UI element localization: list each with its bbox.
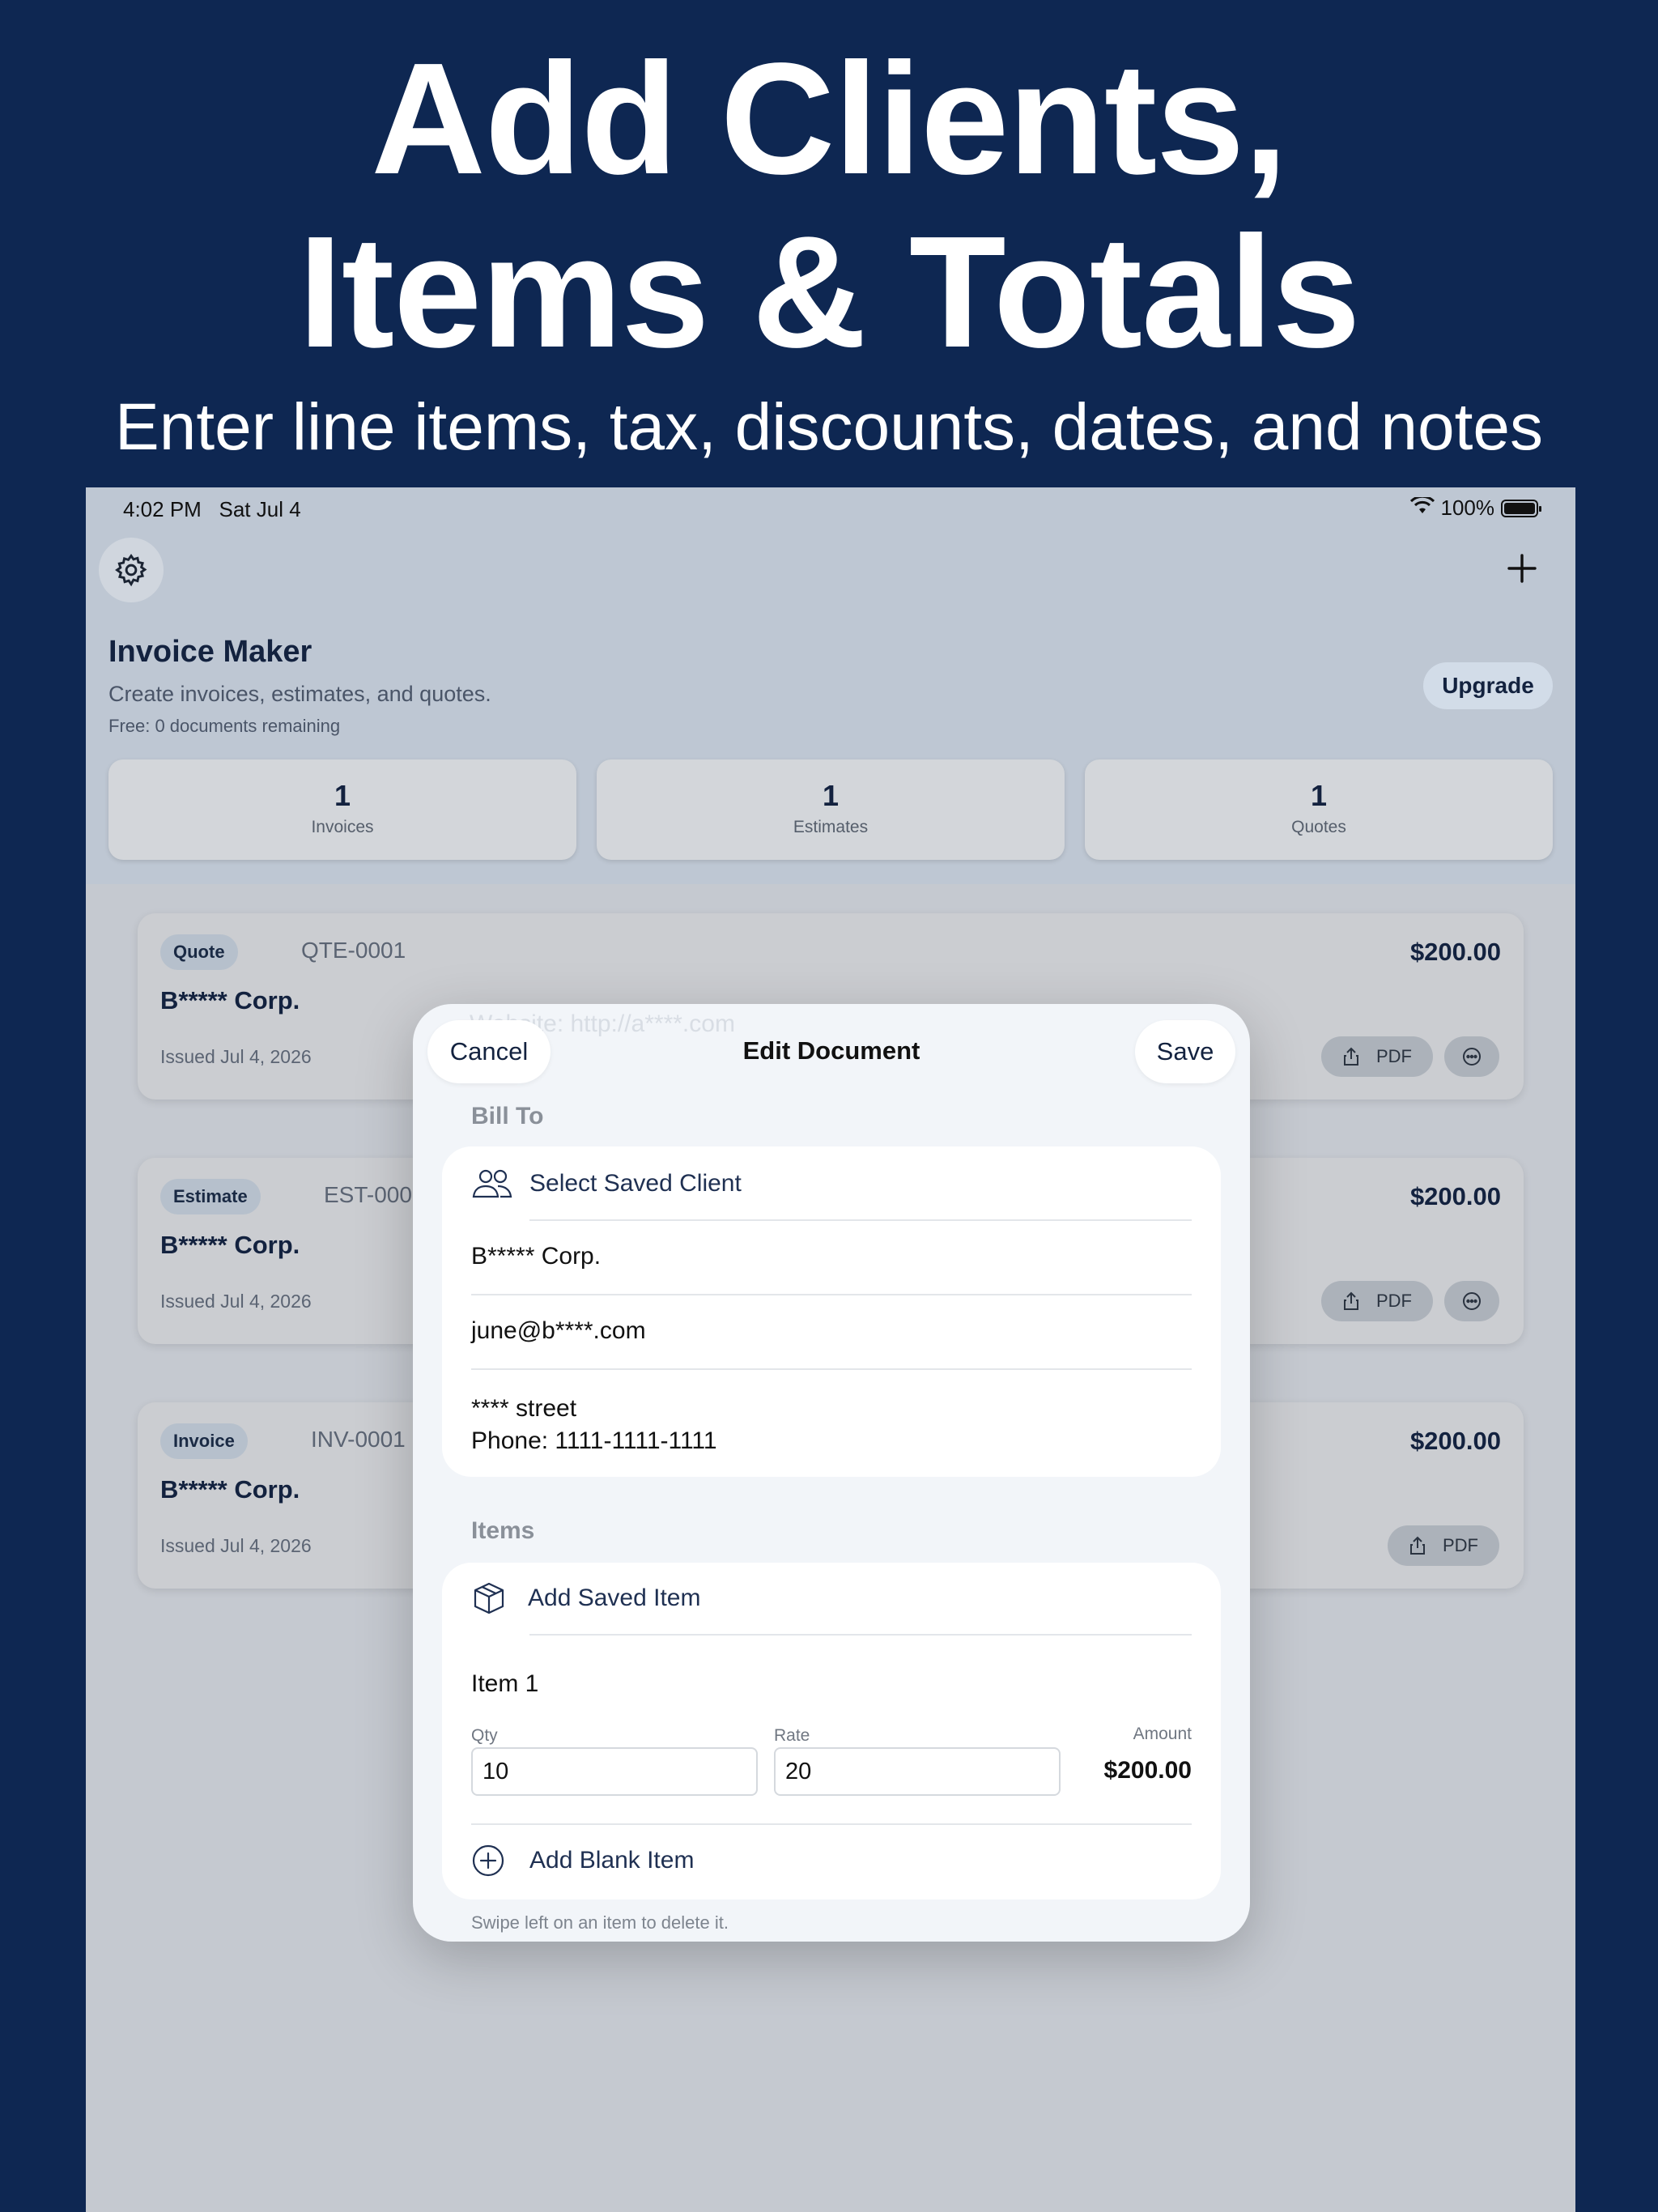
document-client: B***** Corp. <box>160 986 300 1015</box>
client-address-line1: **** street <box>471 1395 577 1422</box>
qty-input[interactable] <box>471 1747 758 1796</box>
rate-input[interactable] <box>774 1747 1061 1796</box>
add-saved-item-label: Add Saved Item <box>528 1585 701 1611</box>
add-blank-item-row[interactable]: Add Blank Item <box>471 1841 1192 1880</box>
hero-title-line2: Items & Totals <box>298 203 1360 381</box>
document-amount: $200.00 <box>1409 1427 1501 1455</box>
plus-icon <box>1507 554 1537 583</box>
document-number: EST-0001 <box>324 1182 425 1207</box>
stat-value: 1 <box>334 779 351 812</box>
package-icon <box>474 1582 504 1614</box>
stat-value: 1 <box>1310 779 1328 812</box>
stat-label: Quotes <box>1291 818 1346 836</box>
battery-icon <box>1501 499 1541 517</box>
qty-label: Qty <box>471 1726 498 1745</box>
add-document-button[interactable] <box>1498 544 1546 593</box>
items-header: Items <box>471 1517 535 1544</box>
gear-icon <box>115 554 147 587</box>
client-name-field[interactable]: B***** Corp. <box>471 1237 1192 1276</box>
settings-button[interactable] <box>99 538 164 602</box>
status-date: Sat Jul 4 <box>219 497 301 521</box>
save-button[interactable]: Save <box>1135 1020 1235 1083</box>
bill-to-group: Select Saved Client B***** Corp. june@b*… <box>442 1146 1221 1477</box>
hero-subtitle: Enter line items, tax, discounts, dates,… <box>115 390 1543 464</box>
share-pdf-button[interactable]: PDF <box>1388 1525 1499 1566</box>
share-icon <box>1410 1536 1425 1555</box>
status-clock: 4:02 PM <box>123 497 202 521</box>
share-pdf-button[interactable]: PDF <box>1321 1281 1433 1321</box>
document-type-badge: Invoice <box>160 1423 248 1459</box>
client-address-line2: Phone: 1111-1111-1111 <box>471 1427 717 1454</box>
document-amount: $200.00 <box>1409 1182 1501 1210</box>
stat-invoices[interactable]: 1 Invoices <box>108 759 576 860</box>
stat-value: 1 <box>822 779 840 812</box>
edit-document-sheet: Website: http://a****.com Cancel Edit Do… <box>413 1004 1250 1942</box>
divider <box>471 1823 1192 1825</box>
divider <box>529 1634 1192 1636</box>
client-email-field[interactable]: june@b****.com <box>471 1312 1192 1351</box>
client-name-value: B***** Corp. <box>471 1243 602 1270</box>
document-client: B***** Corp. <box>160 1475 300 1504</box>
document-client: B***** Corp. <box>160 1231 300 1259</box>
upgrade-button[interactable]: Upgrade <box>1423 662 1553 709</box>
ellipsis-circle-icon <box>1463 1292 1481 1310</box>
item-name-field[interactable]: Item 1 <box>471 1668 1192 1700</box>
document-issued-date: Issued Jul 4, 2026 <box>160 1291 312 1312</box>
modal-title: Edit Document <box>742 1036 920 1065</box>
pdf-label: PDF <box>1376 1291 1412 1311</box>
hero-title-line1: Add Clients, <box>371 30 1287 207</box>
amount-value: $200.00 <box>1103 1757 1192 1784</box>
select-saved-client-row[interactable]: Select Saved Client <box>471 1164 1192 1203</box>
delete-hint: Swipe left on an item to delete it. <box>471 1912 729 1933</box>
divider <box>471 1368 1192 1370</box>
client-email-value: june@b****.com <box>471 1317 646 1344</box>
stat-quotes[interactable]: 1 Quotes <box>1085 759 1553 860</box>
ellipsis-circle-icon <box>1463 1048 1481 1066</box>
wifi-icon <box>1409 495 1435 521</box>
document-amount: $200.00 <box>1409 938 1501 966</box>
amount-label: Amount <box>1133 1725 1192 1743</box>
document-type-badge: Estimate <box>160 1179 261 1214</box>
rate-label: Rate <box>774 1726 810 1745</box>
hero-title: Add Clients, Items & Totals <box>0 32 1658 379</box>
add-blank-item-label: Add Blank Item <box>529 1847 695 1874</box>
share-pdf-button[interactable]: PDF <box>1321 1036 1433 1077</box>
battery-percent: 100% <box>1440 496 1495 520</box>
share-icon <box>1344 1291 1358 1310</box>
more-options-button[interactable] <box>1444 1036 1499 1077</box>
items-group: Add Saved Item Item 1 Qty Rate Amount $2… <box>442 1563 1221 1899</box>
app-description: Create invoices, estimates, and quotes. <box>108 682 491 706</box>
document-number: QTE-0001 <box>301 938 406 963</box>
pdf-label: PDF <box>1443 1535 1478 1555</box>
free-documents-note: Free: 0 documents remaining <box>108 716 341 736</box>
people-icon <box>472 1169 512 1198</box>
status-indicators: 100% <box>1409 495 1541 521</box>
item-name-value: Item 1 <box>471 1670 539 1697</box>
stat-label: Estimates <box>793 818 869 836</box>
share-icon <box>1344 1047 1358 1066</box>
document-type-badge: Quote <box>160 934 238 970</box>
document-number: INV-0001 <box>311 1427 406 1452</box>
bill-to-header: Bill To <box>471 1103 544 1129</box>
app-title: Invoice Maker <box>108 635 312 669</box>
plus-circle-icon <box>472 1844 504 1877</box>
divider <box>471 1294 1192 1295</box>
select-saved-client-label: Select Saved Client <box>529 1170 742 1197</box>
stat-label: Invoices <box>311 818 374 836</box>
status-time: 4:02 PM Sat Jul 4 <box>123 497 301 522</box>
divider <box>529 1219 1192 1221</box>
document-issued-date: Issued Jul 4, 2026 <box>160 1535 312 1556</box>
pdf-label: PDF <box>1376 1046 1412 1066</box>
add-saved-item-row[interactable]: Add Saved Item <box>471 1579 1192 1618</box>
document-issued-date: Issued Jul 4, 2026 <box>160 1046 312 1067</box>
device-screen: 4:02 PM Sat Jul 4 100% Invoice Maker Cre… <box>86 487 1575 2212</box>
client-address-field[interactable]: **** street Phone: 1111-1111-1111 <box>471 1386 1192 1464</box>
more-options-button[interactable] <box>1444 1281 1499 1321</box>
stat-estimates[interactable]: 1 Estimates <box>597 759 1065 860</box>
